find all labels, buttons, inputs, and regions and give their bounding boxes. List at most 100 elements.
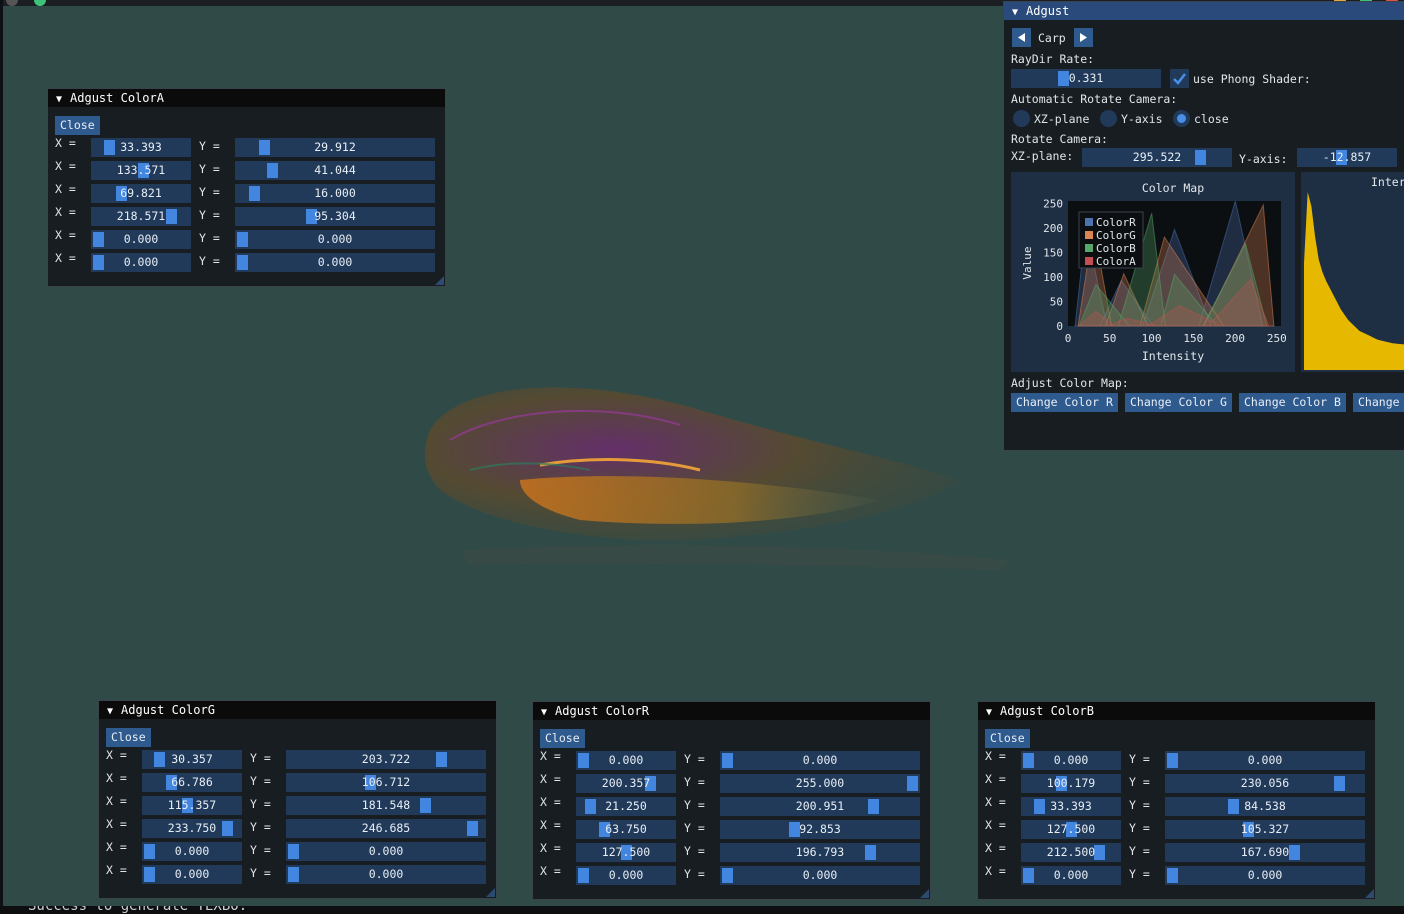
volume-render-carp[interactable] <box>400 370 1020 590</box>
y-slider[interactable]: 181.548 <box>286 796 486 815</box>
collapse-triangle-icon[interactable]: ▼ <box>107 703 113 719</box>
close-button[interactable]: Close <box>106 728 151 747</box>
phong-shader-label: use Phong Shader: <box>1193 72 1311 86</box>
x-slider[interactable]: 115.357 <box>142 796 242 815</box>
resize-grip[interactable] <box>435 276 444 285</box>
x-equals-label: X = <box>106 840 127 854</box>
y-slider[interactable]: 0.000 <box>1165 866 1365 885</box>
y-slider[interactable]: 106.712 <box>286 773 486 792</box>
x-slider[interactable]: 0.000 <box>576 866 676 885</box>
checkmark-icon <box>1173 73 1186 85</box>
y-slider[interactable]: 255.000 <box>720 774 920 793</box>
change-color-b-button[interactable]: Change Color B <box>1239 393 1346 412</box>
window-title[interactable]: ▼ Adgust ColorG <box>99 701 496 719</box>
y-value: 0.000 <box>1247 868 1283 882</box>
window-title[interactable]: ▼ Adgust ColorB <box>978 702 1375 720</box>
xz-plane-slider[interactable]: 295.522 <box>1082 148 1232 167</box>
y-slider[interactable]: 167.690 <box>1165 843 1365 862</box>
change-color-a-button[interactable]: Change <box>1353 393 1404 412</box>
y-equals-label: Y = <box>1129 867 1150 881</box>
x-slider[interactable]: 63.750 <box>576 820 676 839</box>
y-slider[interactable]: 203.722 <box>286 750 486 769</box>
x-tick-label: 100 <box>1142 332 1162 345</box>
x-slider[interactable]: 200.357 <box>576 774 676 793</box>
y-slider[interactable]: 200.951 <box>720 797 920 816</box>
y-slider[interactable]: 84.538 <box>1165 797 1365 816</box>
change-color-r-button[interactable]: Change Color R <box>1011 393 1118 412</box>
close-button[interactable]: Close <box>540 729 585 748</box>
x-slider[interactable]: 0.000 <box>91 230 191 249</box>
y-slider[interactable]: 0.000 <box>286 842 486 861</box>
y-slider[interactable]: 41.044 <box>235 161 435 180</box>
x-slider[interactable]: 212.500 <box>1021 843 1121 862</box>
y-slider[interactable]: 16.000 <box>235 184 435 203</box>
raydir-rate-slider[interactable]: 0.331 <box>1011 69 1161 88</box>
x-value: 127.500 <box>601 845 651 859</box>
y-slider[interactable]: 92.853 <box>720 820 920 839</box>
next-dataset-button[interactable] <box>1074 28 1093 47</box>
radio-xz-plane[interactable] <box>1013 110 1030 127</box>
radio-close-label: close <box>1194 112 1229 126</box>
y-axis-slider[interactable]: -12.857 <box>1297 148 1397 167</box>
x-slider[interactable]: 0.000 <box>576 751 676 770</box>
window-title[interactable]: ▼ Adgust ColorR <box>533 702 930 720</box>
x-equals-label: X = <box>106 817 127 831</box>
arrow-right-icon <box>1080 33 1087 42</box>
previous-dataset-button[interactable] <box>1012 28 1031 47</box>
x-slider[interactable]: 133.571 <box>91 161 191 180</box>
y-slider[interactable]: 0.000 <box>1165 751 1365 770</box>
resize-grip[interactable] <box>920 889 929 898</box>
window-title[interactable]: ▼ Adgust ColorA <box>48 89 445 107</box>
resize-grip[interactable] <box>486 888 495 897</box>
x-slider[interactable]: 0.000 <box>142 842 242 861</box>
x-slider[interactable]: 218.571 <box>91 207 191 226</box>
y-slider[interactable]: 230.056 <box>1165 774 1365 793</box>
x-slider[interactable]: 0.000 <box>91 253 191 272</box>
x-slider[interactable]: 127.500 <box>1021 820 1121 839</box>
x-slider[interactable]: 33.393 <box>1021 797 1121 816</box>
y-value: 0.000 <box>317 255 353 269</box>
x-slider[interactable]: 69.821 <box>91 184 191 203</box>
color-map-chart[interactable]: Color Map Intensity Value 0 50 100 150 200 25… <box>1011 172 1295 372</box>
x-slider[interactable]: 0.000 <box>1021 751 1121 770</box>
y-slider[interactable]: 95.304 <box>235 207 435 226</box>
y-slider[interactable]: 105.327 <box>1165 820 1365 839</box>
close-button[interactable]: Close <box>985 729 1030 748</box>
y-slider[interactable]: 0.000 <box>720 751 920 770</box>
radio-y-axis[interactable] <box>1100 110 1117 127</box>
collapse-triangle-icon[interactable]: ▼ <box>541 704 547 720</box>
collapse-triangle-icon[interactable]: ▼ <box>56 91 62 107</box>
x-slider[interactable]: 100.179 <box>1021 774 1121 793</box>
window-control-icon[interactable] <box>34 0 46 6</box>
x-slider[interactable]: 0.000 <box>142 865 242 884</box>
y-slider[interactable]: 29.912 <box>235 138 435 157</box>
x-slider[interactable]: 127.500 <box>576 843 676 862</box>
collapse-triangle-icon[interactable]: ▼ <box>1012 4 1018 20</box>
x-slider[interactable]: 233.750 <box>142 819 242 838</box>
window-control-icon[interactable] <box>6 0 18 6</box>
resize-grip[interactable] <box>1365 889 1374 898</box>
y-slider[interactable]: 0.000 <box>286 865 486 884</box>
x-slider[interactable]: 21.250 <box>576 797 676 816</box>
x-value: 0.000 <box>608 753 644 767</box>
x-slider[interactable]: 66.786 <box>142 773 242 792</box>
x-value: 63.750 <box>605 822 647 836</box>
radio-close[interactable] <box>1173 110 1190 127</box>
x-slider[interactable]: 33.393 <box>91 138 191 157</box>
y-equals-label: Y = <box>1129 798 1150 812</box>
x-slider[interactable]: 30.357 <box>142 750 242 769</box>
y-slider[interactable]: 0.000 <box>235 230 435 249</box>
x-slider[interactable]: 0.000 <box>1021 866 1121 885</box>
change-color-g-button[interactable]: Change Color G <box>1125 393 1232 412</box>
y-slider[interactable]: 0.000 <box>235 253 435 272</box>
y-slider[interactable]: 246.685 <box>286 819 486 838</box>
y-value: 92.853 <box>799 822 841 836</box>
phong-shader-checkbox[interactable] <box>1170 69 1189 88</box>
collapse-triangle-icon[interactable]: ▼ <box>986 704 992 720</box>
intensity-histogram[interactable]: Inter <box>1301 172 1404 372</box>
y-slider[interactable]: 196.793 <box>720 843 920 862</box>
window-title[interactable]: ▼ Adgust <box>1004 2 1404 20</box>
y-slider[interactable]: 0.000 <box>720 866 920 885</box>
x-equals-label: X = <box>540 772 561 786</box>
close-button[interactable]: Close <box>55 116 100 135</box>
